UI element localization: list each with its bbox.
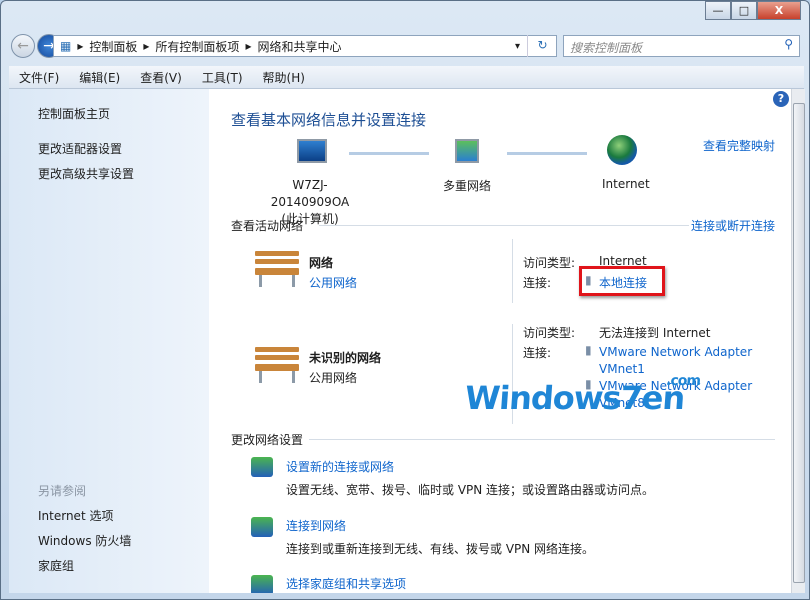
- active-networks-heading: 查看活动网络: [231, 219, 304, 233]
- page-title: 查看基本网络信息并设置连接: [231, 111, 427, 129]
- search-input[interactable]: 搜索控制面板 ⚲: [563, 35, 800, 57]
- sidebar-home[interactable]: 控制面板主页: [38, 105, 110, 122]
- menu-view[interactable]: 查看(V): [140, 69, 182, 86]
- crumb-sep: ▸: [77, 39, 84, 53]
- minimize-button[interactable]: —: [705, 1, 731, 20]
- connections-label: 连接:: [523, 346, 552, 360]
- vertical-scrollbar[interactable]: [791, 89, 805, 593]
- back-button[interactable]: ←: [11, 34, 35, 58]
- control-panel-icon: ▦: [60, 39, 72, 53]
- access-type-label: 访问类型:: [523, 326, 576, 340]
- refresh-button[interactable]: ↻: [527, 35, 557, 57]
- access-type-label: 访问类型:: [523, 256, 576, 270]
- address-bar[interactable]: ▦ ▸ 控制面板 ▸ 所有控制面板项 ▸ 网络和共享中心 ▾: [53, 35, 557, 57]
- connect-disconnect-link[interactable]: 连接或断开连接: [691, 217, 775, 234]
- task-description: 设置无线、宽带、拨号、临时或 VPN 连接；或设置路由器或访问点。: [286, 483, 655, 497]
- map-internet: Internet: [602, 177, 650, 191]
- search-placeholder: 搜索控制面板: [570, 41, 643, 55]
- network-type: 公用网络: [309, 371, 358, 385]
- menu-file[interactable]: 文件(F): [19, 69, 59, 86]
- maximize-button[interactable]: □: [731, 1, 757, 20]
- see-also-heading: 另请参阅: [38, 484, 87, 498]
- change-settings-heading: 更改网络设置: [231, 433, 304, 447]
- menu-bar: 文件(F) 编辑(E) 查看(V) 工具(T) 帮助(H): [9, 66, 804, 89]
- connect-network-link[interactable]: 连接到网络: [286, 517, 346, 534]
- address-dropdown[interactable]: ▾: [515, 41, 520, 52]
- network-name: 网络: [309, 256, 334, 270]
- crumb-sep: ▸: [245, 39, 252, 53]
- watermark-text: Windows7en: [463, 379, 686, 417]
- bench-icon: [251, 251, 303, 287]
- crumb-sep: ▸: [143, 39, 150, 53]
- help-icon[interactable]: ?: [773, 91, 789, 107]
- homegroup-icon: [251, 575, 273, 593]
- internet-globe-icon: [607, 135, 637, 165]
- map-link-line: [507, 152, 587, 155]
- breadcrumb-all-items[interactable]: 所有控制面板项: [155, 38, 239, 55]
- homegroup-link[interactable]: 选择家庭组和共享选项: [286, 575, 406, 592]
- setup-connection-link[interactable]: 设置新的连接或网络: [286, 458, 394, 475]
- sidebar-homegroup[interactable]: 家庭组: [38, 557, 74, 574]
- menu-help[interactable]: 帮助(H): [263, 69, 305, 86]
- map-network: 多重网络: [443, 179, 492, 193]
- computer-icon: [297, 139, 327, 163]
- highlight-box: [579, 266, 665, 296]
- task-description: 连接到或重新连接到无线、有线、拨号或 VPN 网络连接。: [286, 542, 595, 556]
- divider: [512, 239, 513, 303]
- sidebar-firewall[interactable]: Windows 防火墙: [38, 532, 131, 549]
- network-name: 未识别的网络: [309, 351, 382, 365]
- access-type-value: 无法连接到 Internet: [599, 326, 711, 340]
- breadcrumb-network-center[interactable]: 网络和共享中心: [257, 38, 341, 55]
- view-full-map-link[interactable]: 查看完整映射: [703, 137, 775, 154]
- menu-tools[interactable]: 工具(T): [202, 69, 243, 86]
- menu-edit[interactable]: 编辑(E): [79, 69, 120, 86]
- main-content: ? 查看基本网络信息并设置连接 查看完整映射 W7ZJ-20140909OA (…: [209, 89, 791, 593]
- multiple-networks-icon: [455, 139, 479, 163]
- new-connection-icon: [251, 457, 273, 477]
- breadcrumb-control-panel[interactable]: 控制面板: [89, 38, 137, 55]
- bench-icon: [251, 347, 303, 383]
- divider: [309, 439, 775, 440]
- sidebar-internet-options[interactable]: Internet 选项: [38, 507, 113, 524]
- scrollbar-thumb[interactable]: [793, 103, 805, 583]
- computer-name: W7ZJ-20140909OA: [270, 178, 350, 209]
- sidebar: 控制面板主页 更改适配器设置 更改高级共享设置 另请参阅 Internet 选项…: [9, 89, 209, 593]
- adapter-icon: ▮: [585, 343, 592, 357]
- connect-network-icon: [251, 517, 273, 537]
- close-button[interactable]: X: [757, 1, 801, 20]
- window: — □ X ← → ▾ ▦ ▸ 控制面板 ▸ 所有控制面板项 ▸ 网络和共享中心…: [0, 0, 810, 600]
- watermark-suffix: .com: [665, 373, 701, 389]
- map-link-line: [349, 152, 429, 155]
- search-icon[interactable]: ⚲: [784, 37, 793, 51]
- sidebar-adapter-settings[interactable]: 更改适配器设置: [38, 140, 122, 157]
- watermark-logo: Windows7en .com: [463, 373, 701, 417]
- sidebar-advanced-sharing[interactable]: 更改高级共享设置: [38, 165, 134, 182]
- connections-label: 连接:: [523, 276, 552, 290]
- network-type-link[interactable]: 公用网络: [309, 274, 357, 291]
- divider: [319, 225, 689, 226]
